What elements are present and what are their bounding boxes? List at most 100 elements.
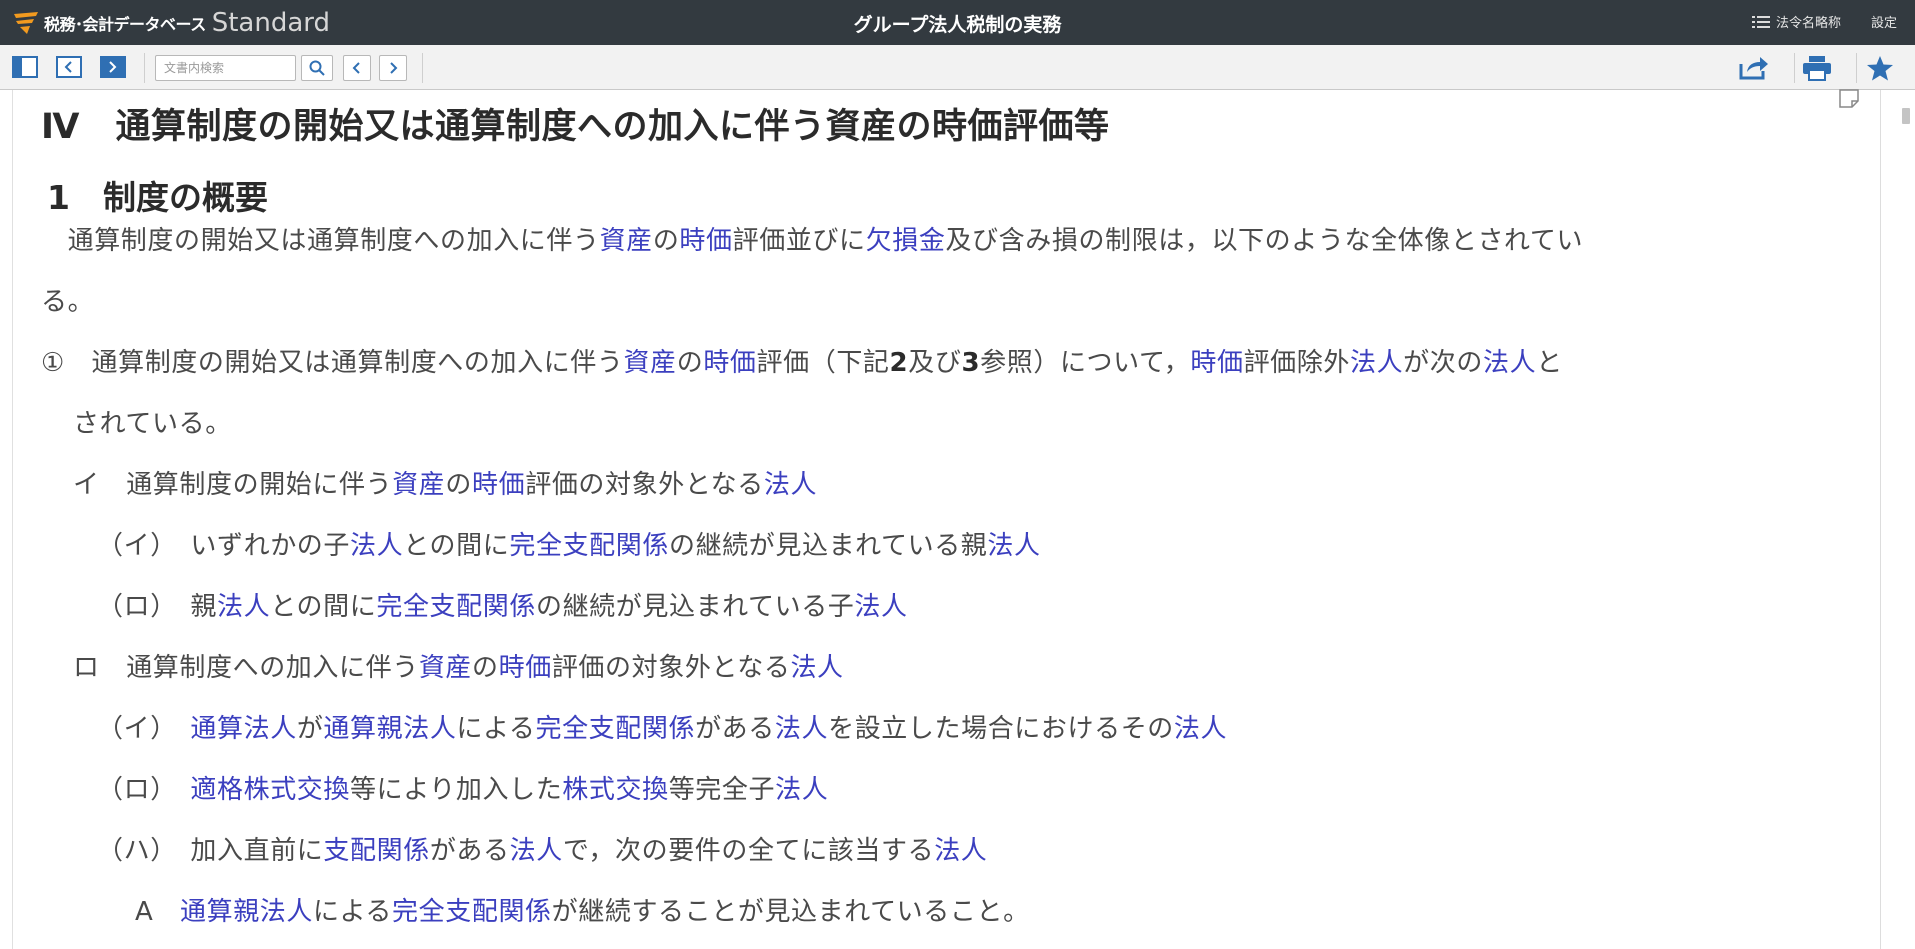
text-segment: イ 通算制度の開始に伴う — [73, 470, 393, 500]
glossary-link[interactable]: 資産 — [624, 348, 677, 378]
text-segment: （ロ） — [97, 775, 191, 805]
settings-link[interactable]: 設定 — [1871, 12, 1897, 31]
text-segment: 評価の対象外となる — [551, 653, 791, 683]
text-line: 通算制度の開始又は通算制度への加入に伴う資産の時価評価並びに欠損金及び含み損の制… — [41, 220, 1583, 257]
text-segment: の — [472, 653, 499, 683]
print-button[interactable] — [1797, 53, 1837, 83]
print-icon — [1803, 56, 1831, 81]
text-segment: 評価（下記 — [756, 348, 890, 378]
text-segment: A — [135, 897, 180, 927]
glossary-link[interactable]: 法人 — [764, 470, 817, 500]
search-next-button[interactable] — [379, 55, 407, 81]
glossary-link[interactable]: 完全支配関係 — [392, 897, 552, 927]
text-line: （ハ） 加入直前に支配関係がある法人で，次の要件の全てに該当する法人 — [97, 830, 987, 867]
glossary-link[interactable]: 株式交換 — [562, 775, 668, 805]
text-segment: 参照）について， — [980, 348, 1191, 378]
glossary-link[interactable]: 資産 — [392, 470, 445, 500]
glossary-link[interactable]: 法人 — [775, 775, 828, 805]
glossary-link[interactable]: 法人 — [987, 531, 1040, 561]
glossary-link[interactable]: 法人 — [510, 836, 563, 866]
text-segment: ロ 通算制度への加入に伴う — [73, 653, 419, 683]
glossary-link[interactable]: 完全支配関係 — [535, 714, 695, 744]
text-line: されている。 — [73, 403, 232, 440]
toolbar — [0, 45, 1915, 90]
chevron-right-icon — [390, 62, 398, 74]
glossary-link[interactable]: 完全支配関係 — [509, 531, 669, 561]
text-line: （イ） 通算法人が通算親法人による完全支配関係がある法人を設立した場合におけるそ… — [97, 708, 1227, 745]
text-segment: 等完全子 — [668, 775, 776, 805]
search-prev-button[interactable] — [343, 55, 371, 81]
text-line: る。 — [41, 281, 94, 318]
text-segment: が — [296, 714, 324, 744]
glossary-link[interactable]: 通算親法人 — [180, 897, 313, 927]
glossary-link[interactable]: 法人 — [1174, 714, 1227, 744]
glossary-link[interactable]: 通算親法人 — [323, 714, 456, 744]
text-segment: の — [676, 348, 704, 378]
text-segment: されている。 — [73, 409, 232, 439]
text-segment: （ハ） 加入直前に — [97, 836, 324, 866]
toggle-sidebar-button[interactable] — [10, 54, 40, 80]
title-bar: 税務･会計データベース Standard グループ法人税制の実務 法令名略称 設… — [0, 0, 1915, 45]
search-button[interactable] — [301, 55, 333, 81]
text-line: （ロ） 親法人との間に完全支配関係の継続が見込まれている子法人 — [97, 586, 908, 623]
text-segment: がある — [695, 714, 775, 744]
glossary-link[interactable]: 資産 — [419, 653, 472, 683]
scrollbar-thumb[interactable] — [1902, 108, 1910, 124]
glossary-link[interactable]: 通算法人 — [190, 714, 296, 744]
glossary-link[interactable]: 法人 — [1483, 348, 1536, 378]
glossary-link[interactable]: 支配関係 — [323, 836, 429, 866]
expand-pane-button[interactable] — [98, 54, 128, 80]
document-search-input[interactable] — [155, 55, 296, 81]
collapse-pane-button[interactable] — [54, 54, 84, 80]
glossary-link[interactable]: 法人 — [217, 592, 270, 622]
text-segment: 評価除外 — [1243, 348, 1350, 378]
text-segment: ① 通算制度の開始又は通算制度への加入に伴う — [41, 348, 624, 378]
glossary-link[interactable]: 時価 — [472, 470, 525, 500]
chevron-left-box-icon — [56, 56, 82, 78]
text-segment: と — [1536, 348, 1563, 378]
text-segment: 通算制度の開始又は通算制度への加入に伴う — [41, 226, 600, 256]
bookmark-button[interactable] — [1860, 53, 1900, 83]
law-abbrev-link[interactable]: 法令名略称 — [1751, 12, 1841, 31]
text-segment: による — [313, 897, 393, 927]
glossary-link[interactable]: 法人 — [775, 714, 828, 744]
glossary-link[interactable]: 時価 — [679, 226, 732, 256]
text-line: イ 通算制度の開始に伴う資産の時価評価の対象外となる法人 — [73, 464, 817, 501]
glossary-link[interactable]: 時価 — [703, 348, 756, 378]
glossary-link[interactable]: 時価 — [1190, 348, 1243, 378]
text-segment: を設立した場合におけるその — [828, 714, 1174, 744]
text-segment: （イ） いずれかの子 — [97, 531, 351, 561]
text-segment: との間に — [403, 531, 510, 561]
text-segment: 評価の対象外となる — [525, 470, 764, 500]
sidebar-icon — [12, 56, 38, 78]
document-title: グループ法人税制の実務 — [853, 14, 1062, 36]
reference-number: 2 — [889, 348, 909, 378]
star-icon — [1867, 55, 1893, 80]
text-segment: 及び含み損の制限は，以下のような全体像とされてい — [945, 226, 1584, 256]
glossary-link[interactable]: 時価 — [499, 653, 552, 683]
search-icon — [309, 60, 325, 76]
glossary-link[interactable]: 完全支配関係 — [376, 592, 536, 622]
share-icon — [1739, 57, 1768, 80]
text-line: （ロ） 適格株式交換等により加入した株式交換等完全子法人 — [97, 769, 828, 806]
text-segment: る。 — [41, 287, 95, 317]
glossary-link[interactable]: 欠損金 — [866, 226, 946, 256]
text-segment: 評価並びに — [732, 226, 866, 256]
glossary-link[interactable]: 法人 — [1350, 348, 1403, 378]
glossary-link[interactable]: 法人 — [854, 592, 907, 622]
text-line: ロ 通算制度への加入に伴う資産の時価評価の対象外となる法人 — [73, 647, 844, 684]
text-segment: で，次の要件の全てに該当する — [562, 836, 935, 866]
glossary-link[interactable]: 法人 — [790, 653, 843, 683]
glossary-link[interactable]: 資産 — [600, 226, 653, 256]
note-icon[interactable] — [1838, 88, 1860, 108]
glossary-link[interactable]: 適格株式交換 — [190, 775, 350, 805]
text-line: A 通算親法人による完全支配関係が継続することが見込まれていること。 — [135, 891, 1030, 928]
glossary-link[interactable]: 法人 — [934, 836, 987, 866]
vertical-scrollbar[interactable] — [1880, 90, 1915, 949]
text-segment: が継続することが見込まれていること。 — [551, 897, 1030, 927]
section-heading: Ⅳ 通算制度の開始又は通算制度への加入に伴う資産の時価評価等 — [41, 107, 1110, 147]
share-button[interactable] — [1734, 53, 1774, 83]
text-segment: がある — [429, 836, 510, 866]
reference-number: 3 — [961, 348, 981, 378]
glossary-link[interactable]: 法人 — [350, 531, 403, 561]
